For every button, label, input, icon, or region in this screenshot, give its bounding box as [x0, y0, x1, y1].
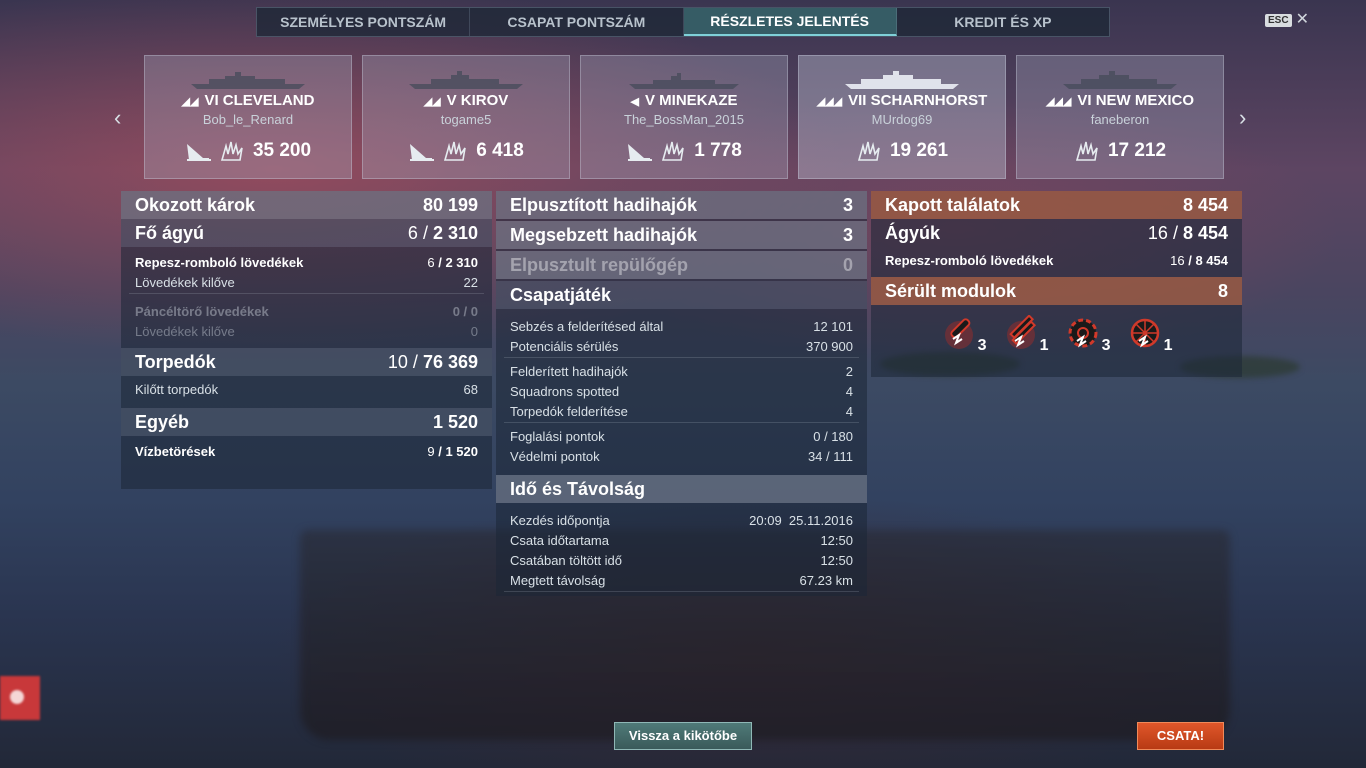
damage-value: 6 418 [476, 140, 524, 161]
background-flag [0, 676, 40, 720]
destroyer-class-icon: ◀ [630, 96, 639, 108]
time-distance-header: Idő és Távolság [496, 475, 867, 503]
ship-card[interactable]: ◢◢ VI CLEVELAND Bob_le_Renard 35 200 [144, 55, 352, 179]
damage-blast-icon [857, 141, 880, 161]
ship-name: ◀ V MINEKAZE [630, 92, 738, 109]
battleship-class-icon: ◢◢◢ [1045, 96, 1072, 108]
damage-value: 1 778 [694, 140, 742, 161]
time-row: Megtett távolság 67.23 km [510, 573, 853, 588]
teamplay-row: Potenciális sérülés 370 900 [510, 339, 853, 354]
close-icon: ✕ [1295, 11, 1309, 28]
battleship-class-icon: ◢◢◢ [816, 96, 843, 108]
ship-sunk-icon [410, 144, 435, 161]
damage-blast-icon [1075, 141, 1098, 161]
teamplay-row: Foglalási pontok 0 / 180 [510, 429, 853, 444]
received-guns-header: Ágyúk 16 / 8 454 [885, 222, 1228, 243]
tab-personal-score[interactable]: SZEMÉLYES PONTSZÁM [257, 8, 471, 36]
ship-name: ◢◢ VI CLEVELAND [181, 92, 315, 109]
damage-blast-icon [662, 141, 685, 161]
cruiser-class-icon: ◢◢ [423, 96, 441, 108]
ship-name: ◢◢◢ VI NEW MEXICO [1045, 92, 1195, 109]
steering-damaged-icon: 1 [1129, 315, 1173, 355]
esc-key-label: ESC [1265, 13, 1292, 27]
combat-summary-panel: Elpusztított hadihajók 3 Megsebzett hadih… [496, 191, 867, 596]
prev-arrow-icon[interactable]: ‹ [114, 105, 121, 131]
destroyed-ships-header: Elpusztított hadihajók 3 [496, 191, 867, 219]
teamplay-row: Felderített hadihajók 2 [510, 364, 853, 379]
torpedo-tubes-damaged-icon: 3 [943, 315, 987, 355]
time-row: Csata időtartama 12:50 [510, 533, 853, 548]
ship-silhouette-icon [409, 71, 523, 89]
he-shells-fired-row: Lövedékek kilőve 22 [135, 275, 478, 290]
ship-card[interactable]: ◀ V MINEKAZE The_BossMan_2015 1 778 [580, 55, 788, 179]
he-shells-row: Repesz-romboló lövedékek 6 / 2 310 [135, 255, 478, 270]
ship-silhouette-icon [845, 71, 959, 89]
ship-cards: ◢◢ VI CLEVELAND Bob_le_Renard 35 200 ◢◢ V … [144, 55, 1224, 179]
player-name: Bob_le_Renard [202, 112, 294, 127]
ship-sunk-icon [186, 144, 211, 161]
close-button[interactable]: ESC ✕ [1265, 11, 1309, 28]
time-row: Csatában töltött idő 12:50 [510, 553, 853, 568]
main-battery-damaged-icon: 1 [1005, 314, 1049, 355]
ship-silhouette-icon [629, 73, 739, 89]
ship-silhouette-icon [191, 72, 305, 89]
ap-shells-fired-row: Lövedékek kilőve 0 [135, 324, 478, 339]
tab-detailed-report[interactable]: RÉSZLETES JELENTÉS [683, 8, 897, 36]
damaged-modules-list: 3 1 3 1 [871, 305, 1242, 361]
player-name: MUrdog69 [871, 112, 933, 127]
ship-name: ◢◢◢ VII SCHARNHORST [816, 92, 988, 109]
torpedoes-header: Torpedók 10 / 76 369 [121, 348, 492, 376]
damage-blast-icon [444, 141, 467, 161]
damage-value: 35 200 [252, 140, 312, 161]
teamplay-row: Squadrons spotted 4 [510, 384, 853, 399]
received-hits-header: Kapott találatok 8 454 [871, 191, 1242, 219]
damage-value: 19 261 [889, 140, 949, 161]
report-tabs: SZEMÉLYES PONTSZÁM CSAPAT PONTSZÁM RÉSZL… [256, 7, 1110, 37]
ship-silhouette-icon [1063, 71, 1177, 89]
received-he-row: Repesz-romboló lövedékek 16 / 8 454 [885, 253, 1228, 268]
tab-credits-xp[interactable]: KREDIT ÉS XP [897, 8, 1109, 36]
ship-card[interactable]: ◢◢ V KIROV togame5 6 418 [362, 55, 570, 179]
flooding-row: Vízbetörések 9 / 1 520 [135, 444, 478, 459]
ship-card[interactable]: ◢◢◢ VI NEW MEXICO faneberon 17 212 [1016, 55, 1224, 179]
damaged-ships-header: Megsebzett hadihajók 3 [496, 221, 867, 249]
player-name: togame5 [440, 112, 492, 127]
next-arrow-icon[interactable]: › [1239, 105, 1246, 131]
ship-name: ◢◢ V KIROV [423, 92, 509, 109]
damage-blast-icon [220, 141, 243, 161]
damage-received-panel: Kapott találatok 8 454 Ágyúk 16 / 8 454 R… [871, 191, 1242, 377]
back-to-port-button[interactable]: Vissza a kikötőbe [614, 722, 752, 750]
damaged-modules-header: Sérült modulok 8 [871, 277, 1242, 305]
main-guns-header: Fő ágyú 6 / 2 310 [121, 219, 492, 247]
destroyed-planes-header: Elpusztult repülőgép 0 [496, 251, 867, 279]
ship-card[interactable]: ◢◢◢ VII SCHARNHORST MUrdog69 19 261 [798, 55, 1006, 179]
battle-button[interactable]: CSATA! [1137, 722, 1224, 750]
teamplay-row: Torpedók felderítése 4 [510, 404, 853, 419]
player-name: faneberon [1090, 112, 1150, 127]
other-header: Egyéb 1 520 [121, 408, 492, 436]
damage-dealt-panel: Okozott károk 80 199 Fő ágyú 6 / 2 310 Re… [121, 191, 492, 489]
torpedoes-fired-row: Kilőtt torpedók 68 [135, 382, 478, 397]
ap-shells-row: Páncéltörő lövedékek 0 / 0 [135, 304, 478, 319]
time-row: Kezdés időpontja 20:09 25.11.2016 [510, 513, 853, 528]
damage-dealt-header: Okozott károk 80 199 [121, 191, 492, 219]
damage-value: 17 212 [1107, 140, 1167, 161]
teamplay-header: Csapatjáték [496, 281, 867, 309]
teamplay-row: Védelmi pontok 34 / 111 [510, 449, 853, 464]
teamplay-row: Sebzés a felderítésed által 12 101 [510, 319, 853, 334]
engine-damaged-icon: 3 [1067, 315, 1111, 355]
ship-sunk-icon [628, 144, 653, 161]
cruiser-class-icon: ◢◢ [181, 96, 199, 108]
player-name: The_BossMan_2015 [624, 112, 744, 127]
tab-team-score[interactable]: CSAPAT PONTSZÁM [470, 8, 684, 36]
